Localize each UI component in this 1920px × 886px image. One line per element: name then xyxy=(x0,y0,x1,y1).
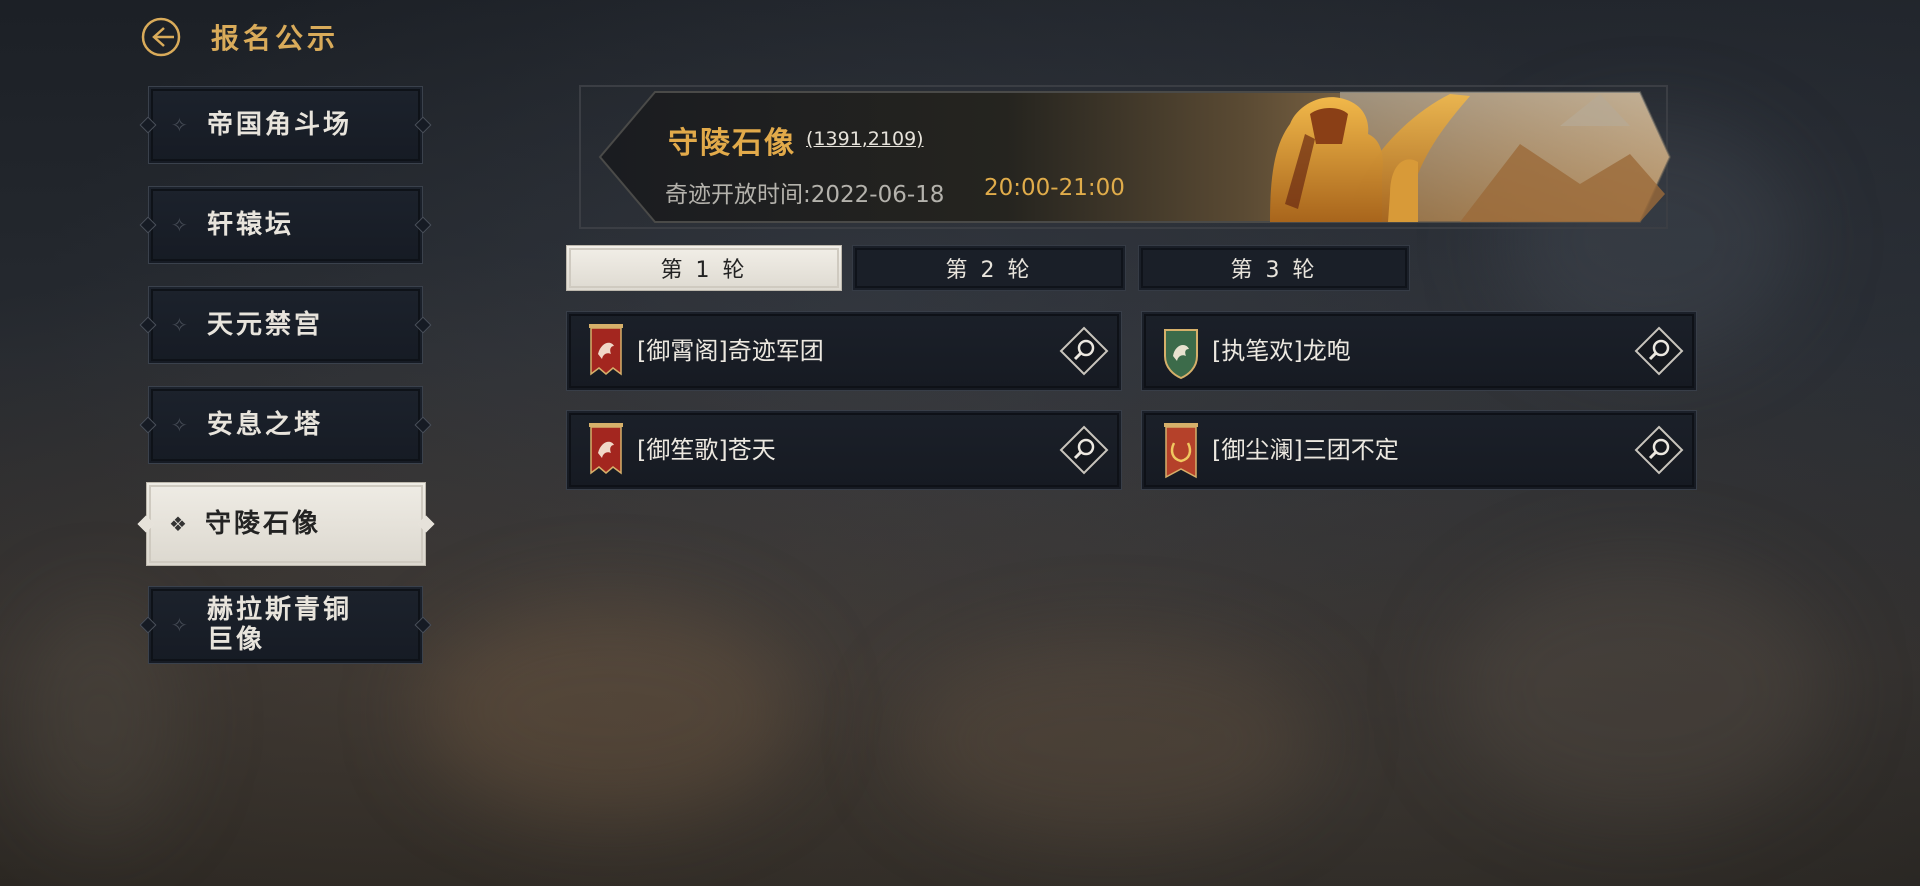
search-icon[interactable] xyxy=(1059,425,1109,475)
back-arrow-icon[interactable] xyxy=(140,16,182,58)
tab-round-3[interactable]: 第 3 轮 xyxy=(1138,245,1410,291)
search-icon[interactable] xyxy=(1634,326,1684,376)
red-dragon-banner-icon xyxy=(589,324,623,376)
sidebar-item-imperial-arena[interactable]: ✧ 帝国角斗场 xyxy=(139,86,432,164)
sidebar-item-label: 天元禁宫 xyxy=(207,310,324,340)
notch-decoration xyxy=(414,216,432,234)
laurel-wreath-banner-icon xyxy=(1164,423,1198,479)
guild-name: [御霄阁]奇迹军团 xyxy=(637,337,824,365)
notch-decoration xyxy=(414,416,432,434)
wonder-title: 守陵石像 xyxy=(668,126,796,161)
notch-decoration xyxy=(414,316,432,334)
open-time-range: 20:00-21:00 xyxy=(984,175,1125,201)
sidebar-item-guardian-statue[interactable]: ❖ 守陵石像 xyxy=(137,482,435,566)
tab-round-2[interactable]: 第 2 轮 xyxy=(852,245,1126,291)
sidebar-item-tianyuan-palace[interactable]: ✧ 天元禁宫 xyxy=(139,286,432,364)
diamond-bullet-icon: ✧ xyxy=(171,113,191,137)
guild-card[interactable]: [御笙歌]苍天 xyxy=(566,410,1122,490)
sidebar-item-label: 帝国角斗场 xyxy=(207,110,353,140)
diamond-bullet-icon: ✧ xyxy=(171,413,191,437)
notch-decoration xyxy=(417,515,435,533)
guild-card[interactable]: [御霄阁]奇迹军团 xyxy=(566,311,1122,391)
guild-card[interactable]: [执笔欢]龙咆 xyxy=(1141,311,1697,391)
notch-decoration xyxy=(414,616,432,634)
page-title: 报名公示 xyxy=(211,22,340,55)
green-dragon-shield-icon xyxy=(1164,329,1198,380)
diamond-bullet-icon: ✧ xyxy=(171,313,191,337)
sidebar-item-tower-of-rest[interactable]: ✧ 安息之塔 xyxy=(139,386,432,464)
tab-round-1[interactable]: 第 1 轮 xyxy=(566,245,842,291)
notch-decoration xyxy=(139,116,157,134)
background-blur xyxy=(1450,560,1830,820)
notch-decoration xyxy=(137,515,155,533)
diamond-bullet-icon: ✧ xyxy=(171,613,191,637)
sidebar-item-xuanyuan-altar[interactable]: ✧ 轩辕坛 xyxy=(139,186,432,264)
diamond-bullet-icon: ✧ xyxy=(171,213,191,237)
guild-card[interactable]: [御尘澜]三团不定 xyxy=(1141,410,1697,490)
notch-decoration xyxy=(414,116,432,134)
diamond-bullet-icon: ❖ xyxy=(169,512,190,536)
background-blur xyxy=(900,640,1320,840)
search-icon[interactable] xyxy=(1634,425,1684,475)
wonder-coordinates-link[interactable]: (1391,2109) xyxy=(806,128,924,150)
red-dragon-banner-icon xyxy=(589,423,623,475)
sidebar-item-label: 轩辕坛 xyxy=(207,210,295,240)
guild-name: [执笔欢]龙咆 xyxy=(1212,337,1351,365)
notch-decoration xyxy=(139,316,157,334)
notch-decoration xyxy=(139,416,157,434)
notch-decoration xyxy=(139,216,157,234)
guild-name: [御尘澜]三团不定 xyxy=(1212,436,1399,464)
sidebar-item-label: 安息之塔 xyxy=(207,410,324,440)
sidebar-item-label: 赫拉斯青铜巨像 xyxy=(207,595,353,655)
background-blur xyxy=(420,600,800,820)
sidebar-item-bronze-colossus[interactable]: ✧ 赫拉斯青铜巨像 xyxy=(139,586,432,664)
guild-name: [御笙歌]苍天 xyxy=(637,436,776,464)
open-time-label: 奇迹开放时间:2022-06-18 xyxy=(665,182,945,208)
sidebar-item-label: 守陵石像 xyxy=(205,509,322,539)
search-icon[interactable] xyxy=(1059,326,1109,376)
